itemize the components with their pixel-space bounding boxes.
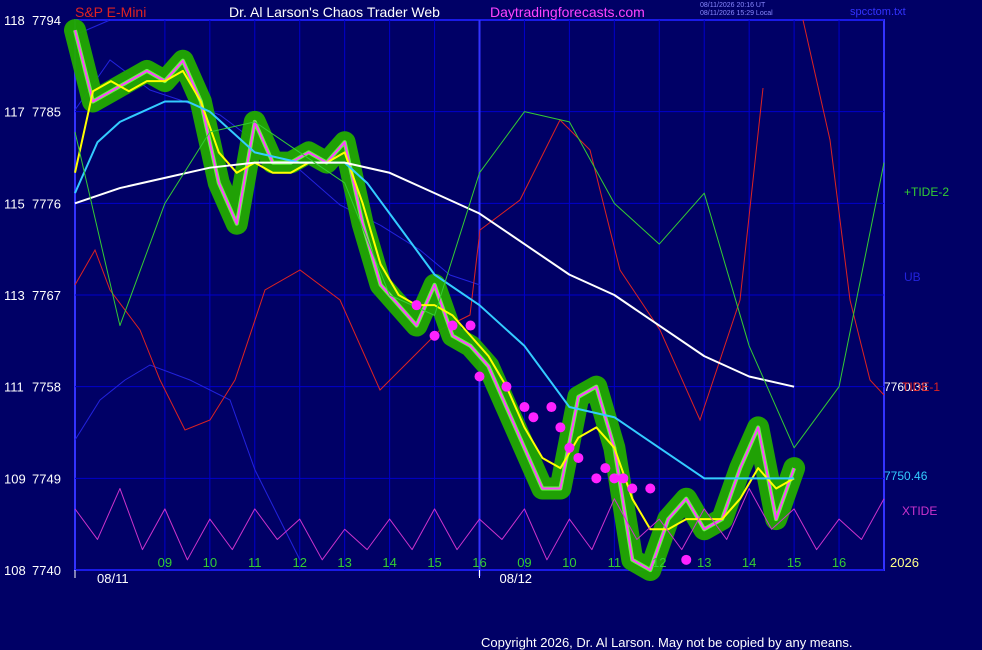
- data-filename: spcctom.txt: [850, 6, 906, 18]
- buy-dot: [600, 463, 611, 474]
- date-label: 08/11: [97, 571, 129, 586]
- x-tick-label: 16: [832, 555, 846, 570]
- x-tick-label: 11: [248, 555, 262, 570]
- buy-dot: [681, 554, 692, 565]
- site-title: Dr. Al Larson's Chaos Trader Web: [229, 4, 440, 20]
- x-tick-label: 14: [382, 555, 396, 570]
- series-label: XTIDE: [902, 504, 937, 518]
- buy-dot: [501, 381, 512, 392]
- buy-dot: [564, 442, 575, 453]
- y-tick-label-left: 113: [4, 288, 25, 303]
- y-tick-label-right: 7767: [32, 288, 61, 303]
- series-label: TIDE-1: [902, 380, 940, 394]
- tide1-red-line: [74, 87, 764, 431]
- buy-dot: [519, 402, 530, 413]
- date-label: 08/12: [500, 571, 533, 586]
- buy-dot: [546, 402, 557, 413]
- series-label: UB: [904, 270, 921, 284]
- x-tick-label: 13: [337, 555, 351, 570]
- buy-dot: [447, 320, 458, 331]
- y-tick-label-left: 109: [4, 471, 26, 486]
- axis-labels: 118 7794 117 7785 115 7776 113 7767 111 7758 109 77…: [4, 13, 949, 586]
- x-tick-label: 09: [158, 555, 172, 570]
- symbol-title: S&P E-Mini: [75, 4, 147, 20]
- x-tick-label: 14: [742, 555, 756, 570]
- buy-dot: [528, 412, 539, 423]
- x-tick-label: 09: [517, 555, 531, 570]
- buy-dot: [573, 452, 584, 463]
- x-tick-label: 10: [562, 555, 576, 570]
- x-tick-label: 16: [472, 555, 486, 570]
- y-tick-label-left: 115: [4, 196, 25, 211]
- buy-dot: [627, 483, 638, 494]
- buy-dot: [465, 320, 476, 331]
- buy-dot: [645, 483, 656, 494]
- lb-line: [74, 364, 301, 561]
- x-tick-label: 12: [652, 555, 666, 570]
- buy-dot: [429, 330, 440, 341]
- x-tick-label: 15: [427, 555, 441, 570]
- y-tick-label-left: 118: [4, 13, 25, 28]
- y-tick-label-right: 7776: [32, 196, 61, 211]
- y-tick-label-left: 108: [4, 563, 26, 578]
- x-tick-label: 11: [608, 555, 622, 570]
- copyright: Copyright 2026, Dr. Al Larson. May not b…: [481, 635, 853, 650]
- site-url[interactable]: Daytradingforecasts.com: [490, 4, 645, 20]
- x-tick-label: 10: [203, 555, 217, 570]
- y-tick-label-left: 111: [4, 380, 24, 395]
- buy-dot: [591, 473, 602, 484]
- year-label: 2026: [890, 555, 919, 570]
- buy-dot: [474, 371, 485, 382]
- y-tick-label-right: 7794: [32, 13, 61, 28]
- series-label: 7750.46: [884, 469, 928, 483]
- tide1-red-line-right: [802, 19, 885, 396]
- y-tick-label-right: 7749: [32, 471, 61, 486]
- buy-dot: [609, 473, 620, 484]
- x-tick-label: 13: [697, 555, 711, 570]
- timestamp-utc: 08/11/2026 20:16 UT: [700, 2, 766, 9]
- y-tick-label-right: 7758: [32, 380, 61, 395]
- x-tick-label: 12: [292, 555, 306, 570]
- x-tick-label: 15: [787, 555, 801, 570]
- chart-svg: 118 7794 117 7785 115 7776 113 7767 111 7758 109 77…: [4, 13, 949, 586]
- buy-dot: [555, 422, 566, 433]
- buy-dot: [411, 300, 422, 311]
- y-tick-label-left: 117: [4, 105, 25, 120]
- y-tick-label-right: 7785: [32, 105, 61, 120]
- series-label: +TIDE-2: [904, 185, 949, 199]
- timestamp-local: 08/11/2026 15:29 Local: [700, 10, 773, 17]
- y-tick-label-right: 7740: [32, 563, 61, 578]
- buy-dot: [618, 473, 629, 484]
